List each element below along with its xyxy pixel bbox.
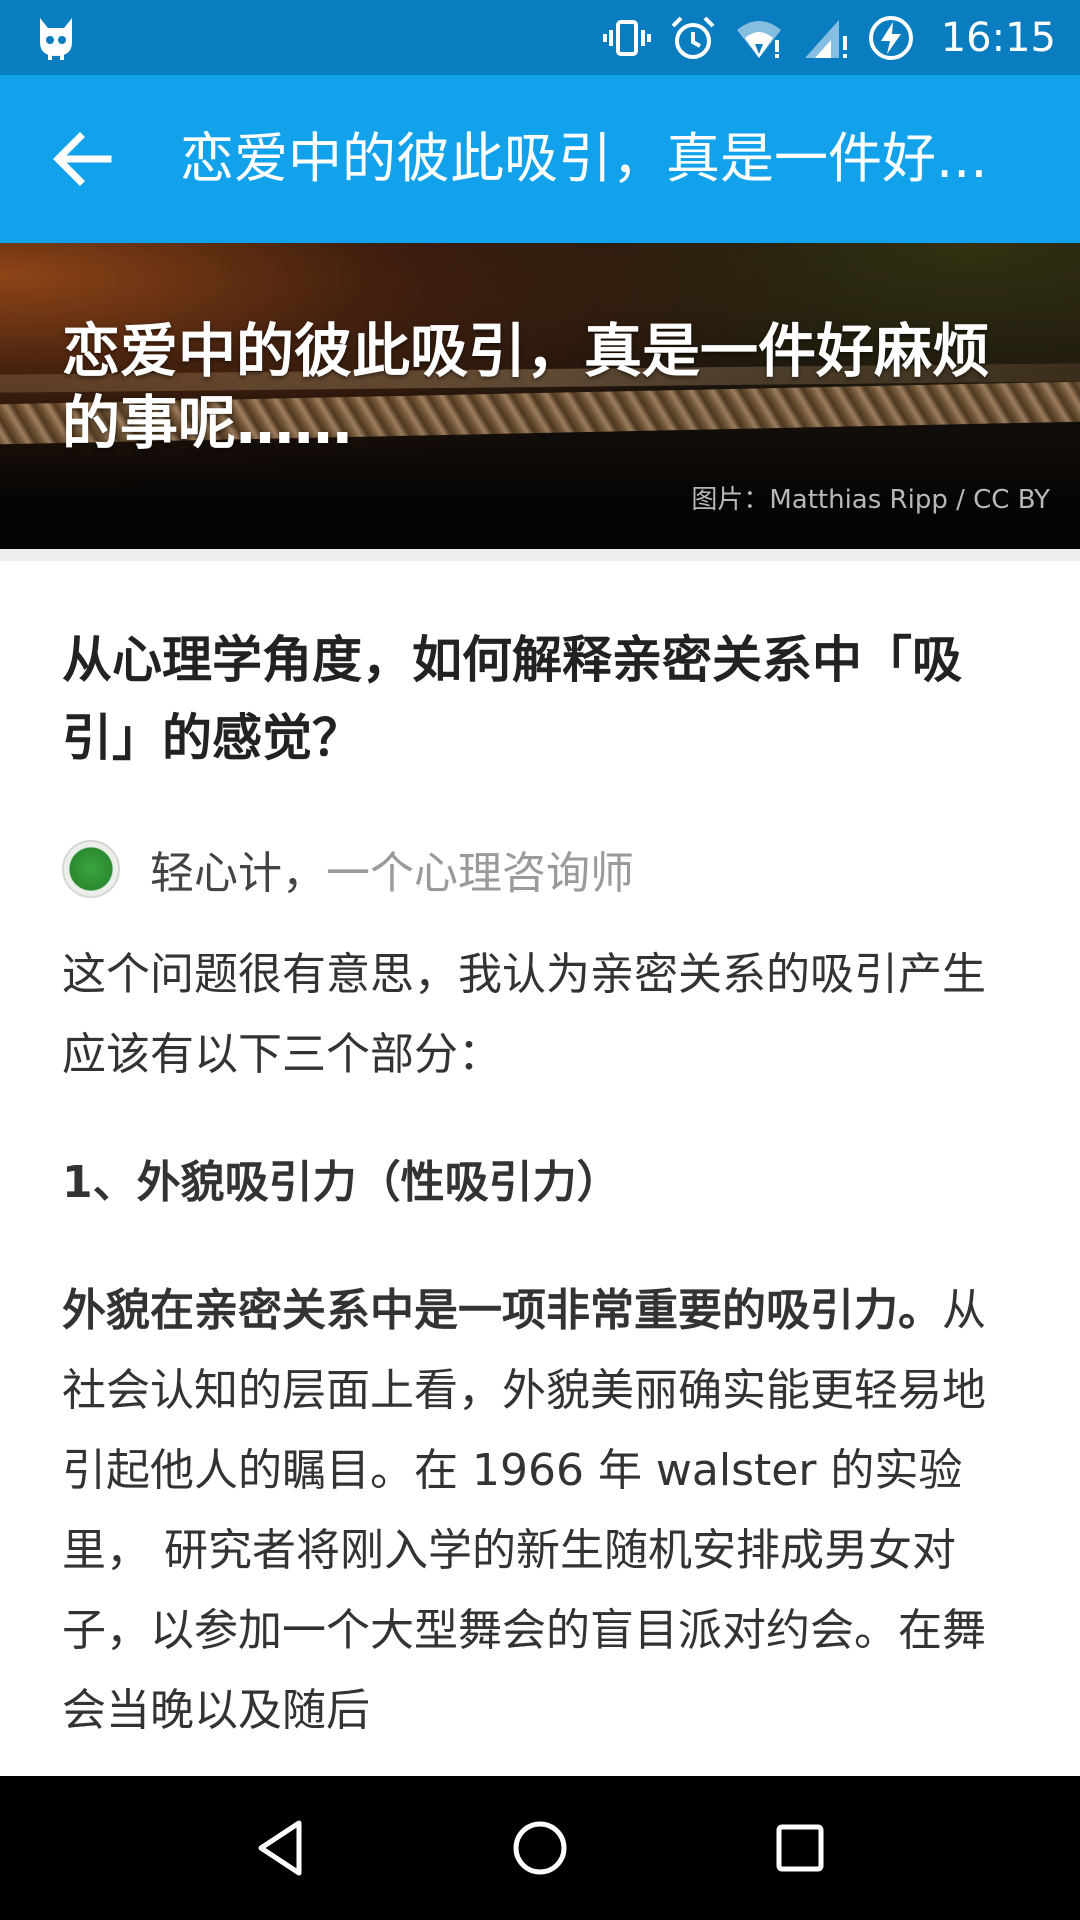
hero-title: 恋爱中的彼此吸引，真是一件好麻烦的事呢…… xyxy=(62,317,991,457)
cat-logo-icon xyxy=(40,18,72,60)
cell-signal-icon xyxy=(804,19,847,58)
body-paragraph: 外貌在亲密关系中是一项非常重要的吸引力。从社会认知的层面上看，外貌美丽确实能更轻… xyxy=(62,1271,1022,1751)
author-row[interactable]: 轻心计， 一个心理咨询师 xyxy=(62,839,1022,899)
hero-image: 恋爱中的彼此吸引，真是一件好麻烦的事呢…… 图片：Matthias Ripp /… xyxy=(0,243,1080,549)
divider xyxy=(0,549,1080,561)
section-heading: 1、外貌吸引力（性吸引力） xyxy=(62,1157,621,1208)
body-paragraph-bold: 外貌在亲密关系中是一项非常重要的吸引力。 xyxy=(62,1285,942,1336)
app-bar: 恋爱中的彼此吸引，真是一件好... xyxy=(0,75,1080,243)
author-name: 轻心计， xyxy=(150,848,326,899)
app-bar-title: 恋爱中的彼此吸引，真是一件好... xyxy=(180,127,988,190)
intro-paragraph: 这个问题很有意思，我认为亲密关系的吸引产生应该有以下三个部分： xyxy=(62,949,986,1080)
avatar[interactable] xyxy=(62,840,120,898)
status-time: 16:15 xyxy=(940,14,1056,61)
article-content: 从心理学角度，如何解释亲密关系中「吸引」的感觉？ 轻心计， 一个心理咨询师 这个… xyxy=(62,561,1022,1751)
vibrate-icon xyxy=(602,19,651,56)
image-credit: 图片：Matthias Ripp / CC BY xyxy=(691,485,1050,515)
battery-charging-icon xyxy=(868,15,913,60)
nav-home-icon[interactable] xyxy=(505,1813,575,1883)
screen: 16:15 恋爱中的彼此吸引，真是一件好... 恋爱中的彼此吸引，真是一件好麻烦… xyxy=(0,0,1080,1920)
status-icons: 16:15 xyxy=(602,0,1056,75)
nav-back-icon[interactable] xyxy=(245,1813,315,1883)
arrow-left-icon[interactable] xyxy=(48,127,116,191)
navigation-bar xyxy=(0,1776,1080,1920)
question-title: 从心理学角度，如何解释亲密关系中「吸引」的感觉？ xyxy=(62,631,962,767)
body-paragraph-text: 从社会认知的层面上看，外貌美丽确实能更轻易地引起他人的瞩目。在 1966 年 w… xyxy=(62,1285,986,1736)
alarm-icon xyxy=(671,16,715,59)
wifi-icon xyxy=(736,20,781,58)
status-bar: 16:15 xyxy=(0,0,1080,75)
nav-recents-icon[interactable] xyxy=(765,1813,835,1883)
author-bio: 一个心理咨询师 xyxy=(326,848,634,899)
